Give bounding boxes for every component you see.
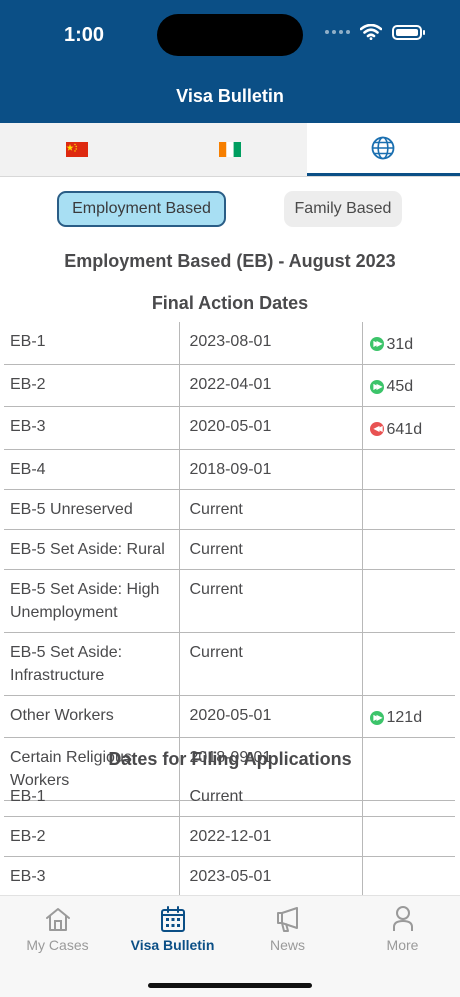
movement-badge: ▶▶ 31d [369, 333, 414, 356]
final-action-table: EB-1 2023-08-01 ▶▶ 31d EB-2 2022-04-01 ▶▶ 45d EB… [4, 322, 455, 801]
table-row: EB-1 Current [4, 777, 455, 817]
movement-days: 31d [386, 335, 414, 353]
movement-cell: ▶▶ 121d [362, 695, 455, 738]
table-row: EB-2 2022-04-01 ▶▶ 45d [4, 364, 455, 407]
app-header: 1:00 Visa Bulletin [0, 0, 460, 123]
bulletin-heading: Employment Based (EB) - August 2023 [64, 251, 396, 271]
tab-label: News [269, 937, 305, 953]
tab-more[interactable]: More [345, 904, 460, 953]
globe-icon [371, 136, 395, 160]
movement-cell [362, 529, 455, 570]
tab-india[interactable] [153, 123, 306, 176]
final-action-title: Final Action Dates [151, 293, 309, 313]
movement-cell [362, 449, 455, 490]
home-icon [45, 908, 70, 931]
table-row: EB-2 2022-12-01 [4, 816, 455, 857]
date-cell: Current [179, 777, 363, 817]
movement-cell [362, 569, 455, 633]
category-cell: EB-4 [4, 449, 180, 490]
tab-china[interactable] [0, 123, 153, 176]
movement-cell [362, 777, 455, 817]
dynamic-island [157, 14, 303, 56]
tab-news[interactable]: News [230, 904, 345, 953]
family-based-button[interactable]: Family Based [284, 191, 402, 227]
tab-all-countries[interactable] [306, 123, 460, 176]
date-cell: Current [179, 529, 363, 570]
date-cell: 2022-04-01 [179, 364, 363, 407]
date-cell: 2020-05-01 [179, 695, 363, 738]
category-cell: Other Workers [4, 695, 180, 738]
china-flag-icon [65, 142, 88, 157]
person-icon [392, 906, 413, 931]
megaphone-icon [276, 907, 298, 932]
battery-icon [392, 24, 425, 40]
table-row: EB-5 Set Aside: Infrastructure Current [4, 632, 455, 696]
tab-label: More [386, 937, 419, 953]
category-cell: EB-2 [4, 816, 180, 857]
category-cell: EB-5 Unreserved [4, 489, 180, 530]
category-cell: EB-2 [4, 364, 180, 407]
fast-forward-icon: ▶▶ [369, 337, 384, 351]
table-row: EB-5 Unreserved Current [4, 489, 455, 530]
date-cell: Current [179, 489, 363, 530]
category-cell: EB-3 [4, 406, 180, 450]
fast-forward-icon: ▶▶ [369, 710, 384, 725]
category-cell: EB-5 Set Aside: Rural [4, 529, 180, 570]
date-cell: 2022-12-01 [179, 816, 363, 857]
movement-cell: ◀◀ 641d [362, 406, 455, 450]
movement-cell [362, 856, 455, 897]
table-row: EB-5 Set Aside: High Unemployment Current [4, 569, 455, 633]
status-indicators [325, 24, 425, 40]
table-row: EB-1 2023-08-01 ▶▶ 31d [4, 322, 455, 365]
movement-cell [362, 632, 455, 696]
table-row: EB-3 2023-05-01 [4, 856, 455, 897]
table-row: EB-4 2018-09-01 [4, 449, 455, 490]
tab-label: Visa Bulletin [130, 937, 215, 953]
movement-days: 45d [386, 378, 414, 395]
country-tabs [0, 123, 460, 177]
tab-visa-bulletin[interactable]: Visa Bulletin [115, 904, 230, 953]
movement-badge: ◀◀ 641d [369, 418, 423, 441]
filing-title: Dates for Filing Applications [108, 749, 352, 769]
home-indicator [148, 983, 312, 988]
category-cell: EB-1 [4, 777, 180, 817]
tab-bar: My Cases Visa Bulletin News More [0, 895, 460, 997]
employment-based-button[interactable]: Employment Based [57, 191, 226, 227]
calendar-icon [160, 906, 185, 932]
fast-forward-icon: ▶▶ [369, 379, 384, 394]
category-cell: EB-1 [4, 322, 180, 365]
ivory-coast-flag-icon [218, 142, 241, 157]
movement-badge: ▶▶ 45d [369, 375, 414, 398]
cellular-signal-icon [325, 30, 350, 34]
table-row: EB-5 Set Aside: Rural Current [4, 529, 455, 570]
tab-label: My Cases [26, 937, 89, 953]
tab-my-cases[interactable]: My Cases [0, 904, 115, 953]
movement-badge: ▶▶ 121d [369, 706, 423, 729]
date-cell: 2020-05-01 [179, 406, 363, 450]
movement-cell: ▶▶ 31d [362, 322, 455, 365]
wifi-icon [360, 24, 382, 40]
date-cell: Current [179, 569, 363, 633]
category-cell: EB-5 Set Aside: Infrastructure [4, 632, 180, 696]
date-cell: 2023-08-01 [179, 322, 363, 365]
rewind-icon: ◀◀ [369, 422, 384, 436]
date-cell: Current [179, 632, 363, 696]
date-cell: 2023-05-01 [179, 856, 363, 897]
movement-cell: ▶▶ 45d [362, 364, 455, 407]
category-cell: EB-3 [4, 856, 180, 897]
page-title: Visa Bulletin [176, 86, 284, 106]
movement-cell [362, 489, 455, 530]
movement-days: 641d [386, 420, 423, 438]
movement-cell [362, 816, 455, 857]
date-cell: 2018-09-01 [179, 449, 363, 490]
movement-days: 121d [386, 709, 423, 726]
table-row: Other Workers 2020-05-01 ▶▶ 121d [4, 695, 455, 738]
visa-type-segmented-control: Employment Based Family Based [0, 191, 460, 229]
table-row: EB-3 2020-05-01 ◀◀ 641d [4, 406, 455, 450]
category-cell: EB-5 Set Aside: High Unemployment [4, 569, 180, 633]
status-time: 1:00 [64, 24, 105, 46]
